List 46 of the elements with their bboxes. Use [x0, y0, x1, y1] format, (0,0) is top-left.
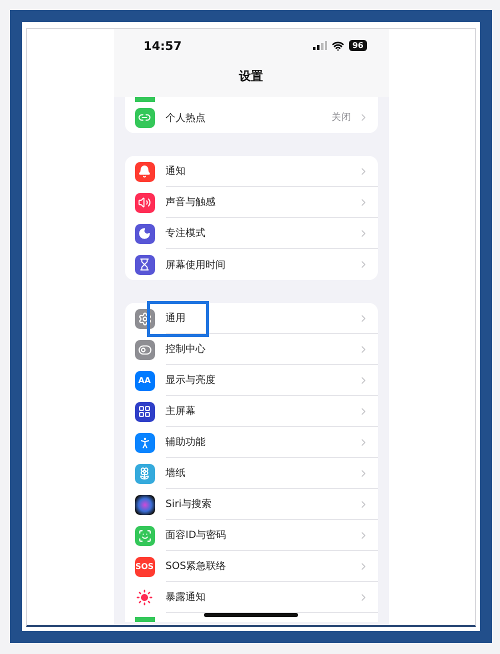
settings-row[interactable]: 主屏幕	[124, 396, 378, 427]
page-title: 设置	[239, 68, 263, 85]
row-label: SOS紧急联络	[166, 560, 226, 573]
settings-row[interactable]: 控制中心	[124, 334, 378, 365]
row-label: 屏幕使用时间	[166, 258, 226, 272]
battery-level: 96	[349, 40, 366, 51]
hourglass-icon	[138, 258, 151, 271]
row-label: 墙纸	[166, 466, 186, 480]
settings-row[interactable]: 屏幕使用时间	[124, 249, 378, 280]
settings-row[interactable]: SOS SOS紧急联络	[124, 551, 378, 582]
cut-icon	[134, 97, 154, 102]
settings-row[interactable]: 声音与触感	[124, 187, 378, 218]
row-label: 显示与亮度	[166, 374, 216, 387]
cut-icon	[134, 617, 154, 622]
row-label: 通知	[166, 164, 186, 178]
settings-row[interactable]: 个人热点 关闭	[124, 102, 378, 133]
row-label: 暴露通知	[166, 590, 206, 604]
speaker-icon	[138, 196, 151, 209]
wifi-icon	[332, 40, 344, 52]
bell-icon	[138, 165, 151, 178]
settings-row[interactable]: 通用	[124, 303, 378, 334]
row-label: 通用	[166, 312, 186, 325]
settings-row[interactable]: 墙纸	[124, 458, 378, 489]
row-label: 专注模式	[166, 226, 206, 240]
status-time: 14:57	[144, 38, 182, 52]
row-label: Siri与搜索	[166, 498, 212, 511]
row-label: 控制中心	[166, 342, 206, 356]
settings-row[interactable]: 辅助功能	[124, 427, 378, 458]
settings-row[interactable]: 专注模式	[124, 218, 378, 249]
settings-row[interactable]: 面容ID与密码	[124, 520, 378, 551]
sos-icon-text: SOS	[135, 562, 154, 571]
grid-icon	[138, 405, 151, 418]
row-label: 面容ID与密码	[166, 528, 226, 542]
row-label: 主屏幕	[166, 404, 196, 418]
signal-icon	[313, 41, 328, 50]
app-icon	[134, 494, 154, 514]
display-icon-text: AA	[138, 376, 151, 385]
row-label: 声音与触感	[166, 196, 216, 209]
settings-row[interactable]: 通知	[124, 156, 378, 187]
settings-row[interactable]: AA 显示与亮度	[124, 365, 378, 396]
row-label: 辅助功能	[166, 436, 206, 449]
row-value: 关闭	[332, 111, 352, 124]
row-label: 个人热点	[166, 112, 206, 124]
moon-icon	[138, 227, 151, 240]
flower-icon	[138, 467, 151, 480]
settings-row[interactable]: Siri与搜索	[124, 489, 378, 520]
